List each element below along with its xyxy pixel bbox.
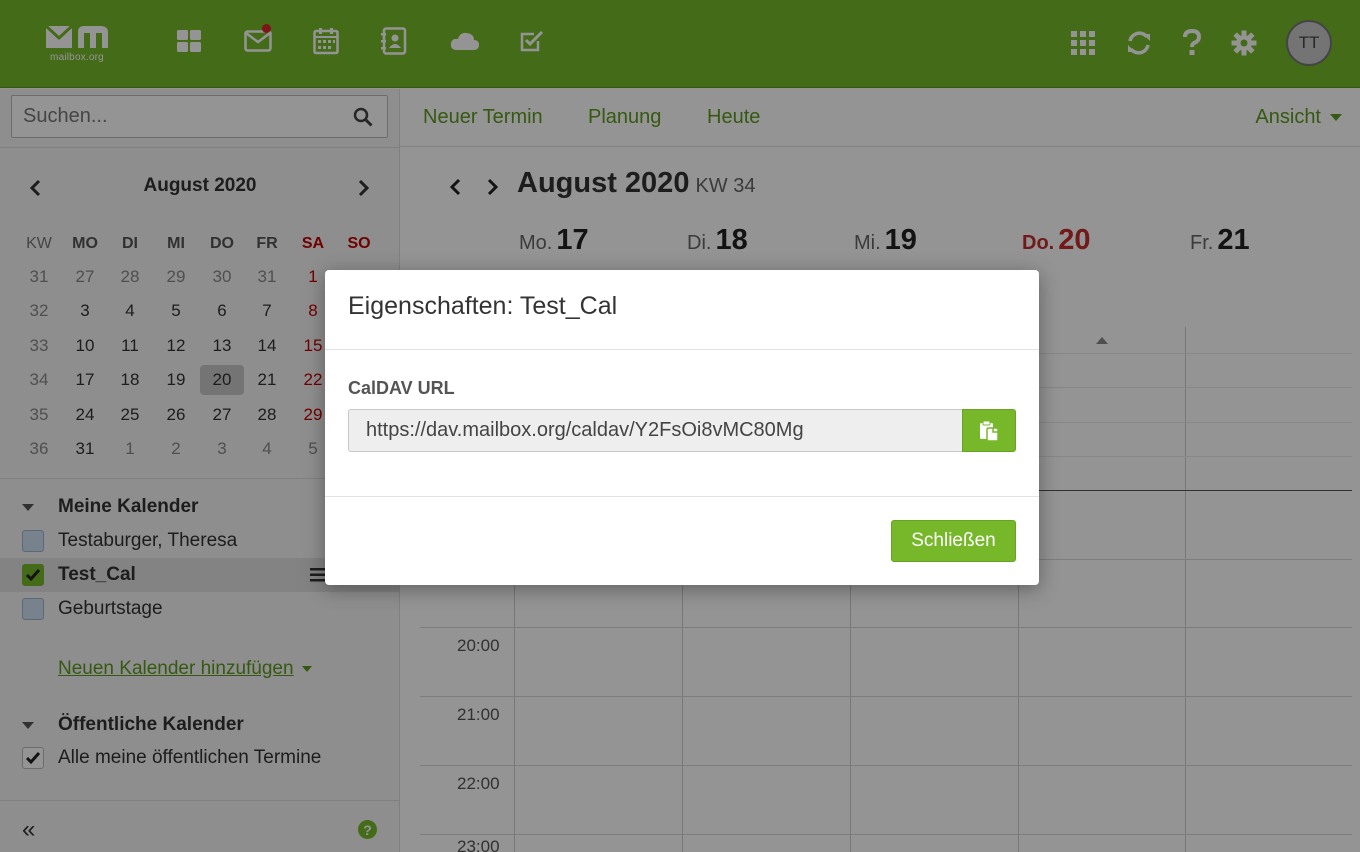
copy-url-button[interactable]: [962, 409, 1016, 452]
dialog-title: Eigenschaften: Test_Cal: [348, 292, 618, 320]
close-button[interactable]: Schließen: [891, 520, 1016, 562]
clipboard-icon: [980, 420, 999, 442]
caldav-url-field[interactable]: [348, 409, 962, 452]
divider: [325, 496, 1039, 497]
properties-dialog: Eigenschaften: Test_Cal CalDAV URL Schli…: [325, 270, 1039, 585]
caldav-url-label: CalDAV URL: [348, 378, 455, 398]
divider: [325, 349, 1039, 350]
